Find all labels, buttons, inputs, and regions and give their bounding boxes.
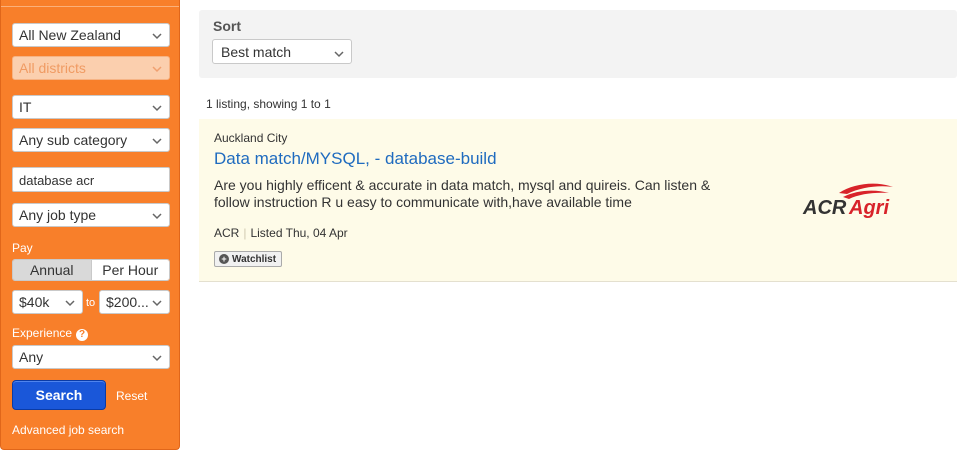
pay-to-label: to (86, 297, 96, 309)
pay-annual-toggle[interactable]: Annual (13, 260, 92, 280)
pay-type-toggle: Annual Per Hour (12, 259, 170, 281)
listing-company: ACR (214, 226, 240, 240)
pay-label: Pay (12, 241, 33, 255)
pay-max-select[interactable]: $200... (99, 290, 170, 314)
chevron-down-icon (151, 102, 163, 114)
results-count: 1 listing, showing 1 to 1 (206, 97, 331, 111)
watchlist-button[interactable]: + Watchlist (214, 251, 283, 267)
district-select: All districts (12, 56, 170, 80)
reset-link[interactable]: Reset (116, 389, 147, 403)
company-logo: ACR Agri (802, 183, 893, 219)
job-type-select-value: Any job type (19, 207, 97, 223)
pay-per-hour-toggle[interactable]: Per Hour (91, 260, 169, 280)
region-select[interactable]: All New Zealand (12, 23, 170, 47)
chevron-down-icon (151, 135, 163, 147)
chevron-down-icon (151, 63, 163, 75)
region-select-value: All New Zealand (19, 27, 121, 43)
logo-text-agri: Agri (848, 197, 889, 219)
chevron-down-icon (151, 30, 163, 42)
search-button[interactable]: Search (12, 380, 106, 410)
listing-date: Listed Thu, 04 Apr (250, 226, 348, 240)
meta-separator: | (243, 226, 247, 240)
advanced-search-link[interactable]: Advanced job search (12, 423, 124, 437)
keywords-input-value: database acr (19, 173, 95, 188)
chevron-down-icon (151, 210, 163, 222)
pay-min-select[interactable]: $40k (12, 290, 83, 314)
experience-label: Experience? (12, 326, 89, 341)
chevron-down-icon (333, 47, 345, 63)
plus-icon: + (219, 254, 229, 264)
listing-title-link[interactable]: Data match/MYSQL, - database-build (214, 149, 497, 169)
experience-label-text: Experience (12, 326, 73, 340)
experience-select-value: Any (19, 349, 44, 365)
sort-label: Sort (213, 18, 241, 34)
listing-card[interactable]: Auckland City Data match/MYSQL, - databa… (199, 119, 957, 282)
logo-text-acr: ACR (802, 197, 847, 219)
search-sidebar: All New Zealand All districts IT Any sub… (0, 0, 180, 450)
chevron-down-icon (64, 297, 76, 309)
help-icon[interactable]: ? (76, 329, 89, 341)
sub-category-select-value: Any sub category (19, 132, 128, 148)
listing-location: Auckland City (214, 131, 288, 145)
pay-max-value: $200... (106, 294, 149, 310)
listing-description: Are you highly efficent & accurate in da… (214, 177, 711, 210)
experience-select[interactable]: Any (12, 345, 170, 369)
chevron-down-icon (151, 352, 163, 364)
sort-select-value: Best match (221, 44, 292, 60)
sort-bar: Sort Best match (199, 10, 957, 78)
category-select[interactable]: IT (12, 95, 170, 119)
sort-select[interactable]: Best match (212, 39, 352, 64)
listing-meta: ACR | Listed Thu, 04 Apr (214, 226, 348, 240)
keywords-input[interactable]: database acr (12, 167, 170, 192)
watchlist-label: Watchlist (232, 253, 277, 265)
district-select-value: All districts (19, 60, 86, 76)
sidebar-divider (1, 0, 179, 7)
category-select-value: IT (19, 99, 32, 115)
pay-min-value: $40k (19, 294, 50, 310)
sub-category-select[interactable]: Any sub category (12, 128, 170, 152)
job-type-select[interactable]: Any job type (12, 203, 170, 227)
chevron-down-icon (151, 297, 163, 309)
